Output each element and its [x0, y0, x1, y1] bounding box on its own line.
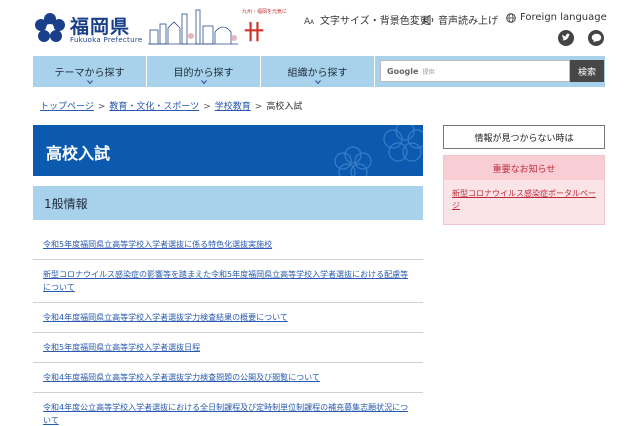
site-search: Google 提供 検索: [380, 60, 604, 82]
list-item: 令和4年度福岡県立高等学校入学者選抜学力検査問題の公開及び閲覧について: [33, 363, 423, 393]
search-button[interactable]: 検索: [570, 60, 604, 82]
line-icon: [591, 33, 601, 43]
text-size-label: 文字サイズ・背景色変更: [320, 16, 430, 27]
list-item: 令和4年度公立高等学校入学者選抜における全日制課程及び定時制単位制課程の補充募集…: [33, 393, 423, 426]
chevron-down-icon: [86, 80, 93, 85]
article-link[interactable]: 令和5年度福岡県立高等学校入学者選抜日程: [43, 343, 200, 352]
article-link[interactable]: 新型コロナウイルス感染症の影響等を踏まえた令和5年度福岡県立高等学校入学者選抜に…: [43, 270, 408, 292]
breadcrumb-separator: >: [97, 102, 106, 112]
twitter-icon: [562, 33, 570, 41]
nav-organization[interactable]: 組織から探す: [261, 56, 375, 87]
plum-blossom-icon: [35, 13, 65, 42]
read-aloud-link[interactable]: 音声読み上げ: [423, 12, 498, 27]
search-brand: Google: [387, 66, 419, 76]
svg-text:A: A: [310, 19, 315, 25]
twitter-button[interactable]: [558, 30, 574, 46]
logo-subtitle: Fukuoka Prefecture: [70, 36, 143, 44]
breadcrumb-top[interactable]: トップページ: [40, 102, 94, 112]
city-skyline-illustration: [148, 9, 238, 45]
article-link[interactable]: 令和4年度公立高等学校入学者選抜における全日制課程及び定時制単位制課程の補充募集…: [43, 403, 408, 425]
brand-caption: 九州・福岡を元気に: [242, 9, 288, 15]
text-size-link[interactable]: A A 文字サイズ・背景色変更: [304, 12, 430, 27]
global-nav: テーマから探す 目的から探す 組織から探す Google 提供 検索: [33, 56, 605, 87]
list-item: 令和5年度福岡県立高等学校入学者選抜に係る特色化選抜実施校: [33, 230, 423, 260]
chevron-down-icon: [314, 80, 321, 85]
brand-symbol: 卄: [244, 20, 264, 44]
article-link[interactable]: 令和4年度福岡県立高等学校入学者選抜学力検査問題の公開及び閲覧について: [43, 373, 320, 382]
help-button[interactable]: 情報が見つからない時は: [443, 125, 605, 149]
logo-text: 福岡県: [70, 16, 131, 38]
nav-purpose[interactable]: 目的から探す: [147, 56, 261, 87]
breadcrumb-separator: >: [254, 102, 263, 112]
article-list: 令和5年度福岡県立高等学校入学者選抜に係る特色化選抜実施校 新型コロナウイルス感…: [33, 230, 423, 426]
line-button[interactable]: [588, 30, 604, 46]
notice-title: 重要なお知らせ: [444, 156, 604, 180]
nav-theme-label: テーマから探す: [54, 68, 125, 79]
list-item: 令和5年度福岡県立高等学校入学者選抜日程: [33, 333, 423, 363]
breadcrumb: トップページ > 教育・文化・スポーツ > 学校教育 > 高校入試: [40, 99, 302, 112]
section-heading: 1般情報: [33, 186, 423, 220]
read-aloud-label: 音声読み上げ: [438, 16, 498, 27]
article-link[interactable]: 令和5年度福岡県立高等学校入学者選抜に係る特色化選抜実施校: [43, 240, 272, 249]
breadcrumb-separator: >: [203, 102, 211, 112]
speaker-icon: [423, 14, 434, 25]
search-input[interactable]: Google 提供: [380, 60, 570, 82]
list-item: 新型コロナウイルス感染症の影響等を踏まえた令和5年度福岡県立高等学校入学者選抜に…: [33, 260, 423, 303]
notice-link[interactable]: 新型コロナウイルス感染症ポータルページ: [452, 189, 596, 210]
page-title: 高校入試: [46, 144, 111, 163]
language-label: Foreign language: [520, 12, 607, 23]
breadcrumb-school[interactable]: 学校教育: [215, 102, 251, 112]
chevron-down-icon: [200, 80, 207, 85]
language-link[interactable]: Foreign language: [506, 12, 607, 23]
important-notice: 重要なお知らせ 新型コロナウイルス感染症ポータルページ: [443, 155, 605, 225]
section-title: 1般情報: [44, 197, 88, 211]
article-link[interactable]: 令和4年度福岡県立高等学校入学者選抜学力検査結果の概要について: [43, 313, 288, 322]
search-placeholder: 提供: [422, 68, 435, 76]
globe-icon: [506, 12, 516, 23]
text-size-icon: A A: [304, 17, 315, 25]
page-title-bar: 高校入試: [33, 125, 423, 176]
fukuoka-logo[interactable]: 福岡県 Fukuoka Prefecture: [34, 8, 144, 48]
breadcrumb-current: 高校入試: [266, 102, 303, 112]
plum-pattern-decoration: [334, 125, 423, 176]
nav-purpose-label: 目的から探す: [173, 68, 234, 79]
nav-theme[interactable]: テーマから探す: [33, 56, 147, 87]
site-header: 福岡県 Fukuoka Prefecture 九州・福岡を元気に 卄 A A 文…: [0, 0, 640, 56]
brand-mark: 九州・福岡を元気に 卄: [242, 8, 287, 46]
list-item: 令和4年度福岡県立高等学校入学者選抜学力検査結果の概要について: [33, 303, 423, 333]
breadcrumb-education[interactable]: 教育・文化・スポーツ: [109, 102, 199, 112]
nav-organization-label: 組織から探す: [287, 68, 348, 79]
